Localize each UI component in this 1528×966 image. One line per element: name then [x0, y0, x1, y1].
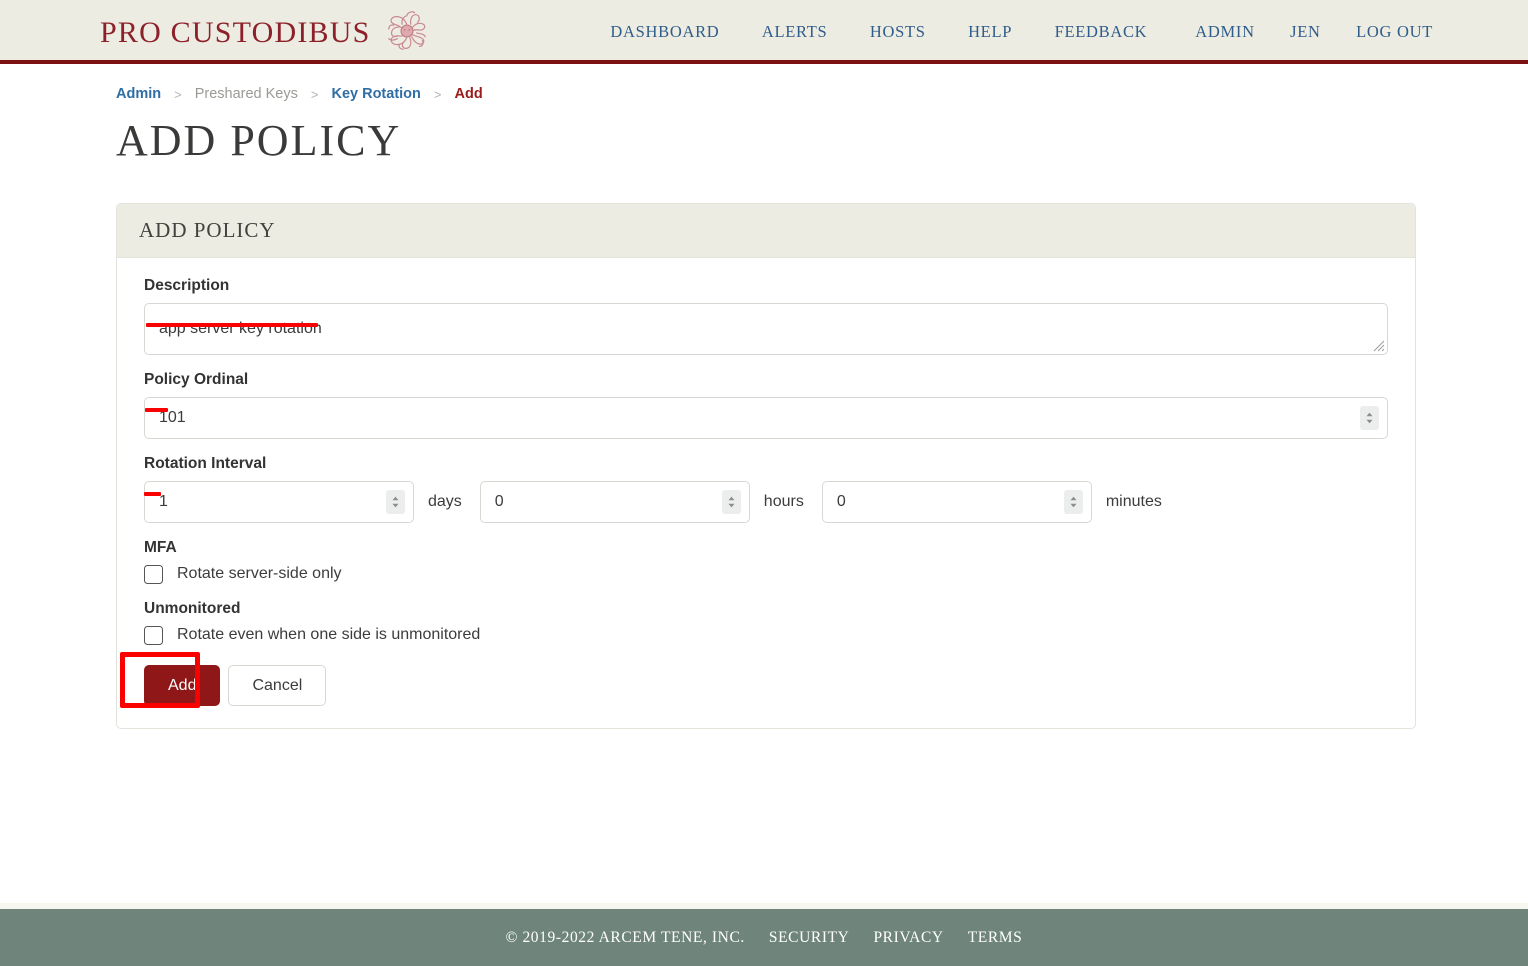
top-navigation: DASHBOARD ALERTS HOSTS HELP FEEDBACK ADM… [610, 22, 1433, 42]
breadcrumb-separator: > [310, 86, 319, 102]
nav-item-dashboard[interactable]: DASHBOARD [610, 22, 719, 41]
mfa-checkbox[interactable] [144, 564, 163, 584]
site-footer: © 2019-2022 ARCEM TENE, INC. SECURITY PR… [0, 909, 1528, 966]
rotation-interval-row: 1 days 0 hours 0 minutes [144, 480, 1388, 523]
nav-item-alerts[interactable]: ALERTS [762, 22, 828, 41]
rotation-hours-unit: hours [763, 492, 804, 510]
unmonitored-field-group: Unmonitored Rotate even when one side is… [144, 600, 1388, 645]
description-field-group: Description app server key rotation [144, 277, 1388, 355]
unmonitored-checkbox[interactable] [144, 625, 163, 645]
unmonitored-label: Unmonitored [144, 599, 241, 617]
breadcrumb: Admin > Preshared Keys > Key Rotation > … [116, 86, 1528, 102]
rotation-interval-label: Rotation Interval [144, 454, 267, 472]
policy-ordinal-input[interactable]: 101 [144, 396, 1388, 439]
breadcrumb-separator: > [174, 86, 182, 102]
description-label: Description [144, 276, 230, 294]
number-stepper-icon[interactable] [386, 489, 405, 514]
footer-link-privacy[interactable]: PRIVACY [873, 929, 943, 947]
page-title: ADD POLICY [116, 116, 402, 165]
nav-item-admin[interactable]: ADMIN [1195, 22, 1254, 41]
main-nav-group: DASHBOARD ALERTS HOSTS HELP FEEDBACK [610, 22, 1147, 42]
mfa-field-group: MFA Rotate server-side only [144, 539, 1388, 584]
nav-item-feedback[interactable]: FEEDBACK [1055, 22, 1148, 41]
nav-item-jen[interactable]: JEN [1290, 22, 1321, 41]
footer-link-terms[interactable]: TERMS [968, 929, 1023, 947]
policy-ordinal-field-group: Policy Ordinal 101 [144, 371, 1388, 439]
breadcrumb-item-key-rotation[interactable]: Key Rotation [331, 86, 420, 102]
medusa-head-icon [384, 8, 430, 54]
site-header: PRO CUSTODIBUS DASHBOARD ALERTS HOSTS HE… [0, 0, 1528, 64]
rotation-minutes-unit: minutes [1105, 492, 1162, 510]
description-input[interactable]: app server key rotation [144, 302, 1388, 355]
copyright-text: © 2019-2022 ARCEM TENE, INC. [505, 928, 745, 946]
rotation-days-wrap: 1 [144, 480, 414, 523]
mfa-checkbox-label: Rotate server-side only [177, 565, 342, 583]
policy-ordinal-input-wrap: 101 [144, 396, 1388, 439]
cancel-button[interactable]: Cancel [228, 664, 327, 706]
rotation-interval-field-group: Rotation Interval 1 days 0 hours 0 minut… [144, 455, 1388, 523]
rotation-minutes-input[interactable]: 0 [821, 480, 1092, 523]
add-button[interactable]: Add [144, 664, 221, 706]
rotation-minutes-wrap: 0 [821, 480, 1092, 523]
unmonitored-checkbox-row[interactable]: Rotate even when one side is unmonitored [144, 625, 1388, 645]
breadcrumb-separator: > [433, 86, 442, 102]
brand-logo[interactable]: PRO CUSTODIBUS [100, 8, 430, 54]
number-stepper-icon[interactable] [1063, 489, 1083, 514]
nav-item-hosts[interactable]: HOSTS [870, 22, 926, 41]
nav-item-help[interactable]: HELP [968, 22, 1012, 41]
description-input-wrap: app server key rotation [144, 302, 1388, 355]
form-actions: Add Cancel [144, 664, 1388, 706]
rotation-days-unit: days [428, 492, 462, 510]
rotation-hours-input[interactable]: 0 [479, 480, 750, 523]
footer-link-security[interactable]: SECURITY [769, 929, 850, 947]
add-policy-card: ADD POLICY Description app server key ro… [116, 202, 1416, 729]
rotation-hours-wrap: 0 [479, 480, 750, 523]
user-nav-group: ADMIN JEN LOG OUT [1195, 22, 1433, 42]
breadcrumb-item-admin[interactable]: Admin [116, 86, 161, 102]
mfa-checkbox-row[interactable]: Rotate server-side only [144, 564, 1388, 584]
brand-name: PRO CUSTODIBUS [100, 16, 371, 49]
rotation-days-input[interactable]: 1 [144, 480, 414, 523]
policy-ordinal-label: Policy Ordinal [144, 370, 249, 388]
add-policy-form: Description app server key rotation Poli… [117, 258, 1415, 728]
card-header-title: ADD POLICY [117, 203, 1415, 258]
breadcrumb-item-preshared-keys: Preshared Keys [194, 86, 298, 102]
nav-item-log-out[interactable]: LOG OUT [1356, 22, 1433, 41]
mfa-label: MFA [144, 538, 177, 556]
number-stepper-icon[interactable] [1360, 405, 1379, 430]
unmonitored-checkbox-label: Rotate even when one side is unmonitored [177, 626, 481, 644]
number-stepper-icon[interactable] [721, 489, 741, 514]
breadcrumb-item-add: Add [454, 86, 483, 102]
